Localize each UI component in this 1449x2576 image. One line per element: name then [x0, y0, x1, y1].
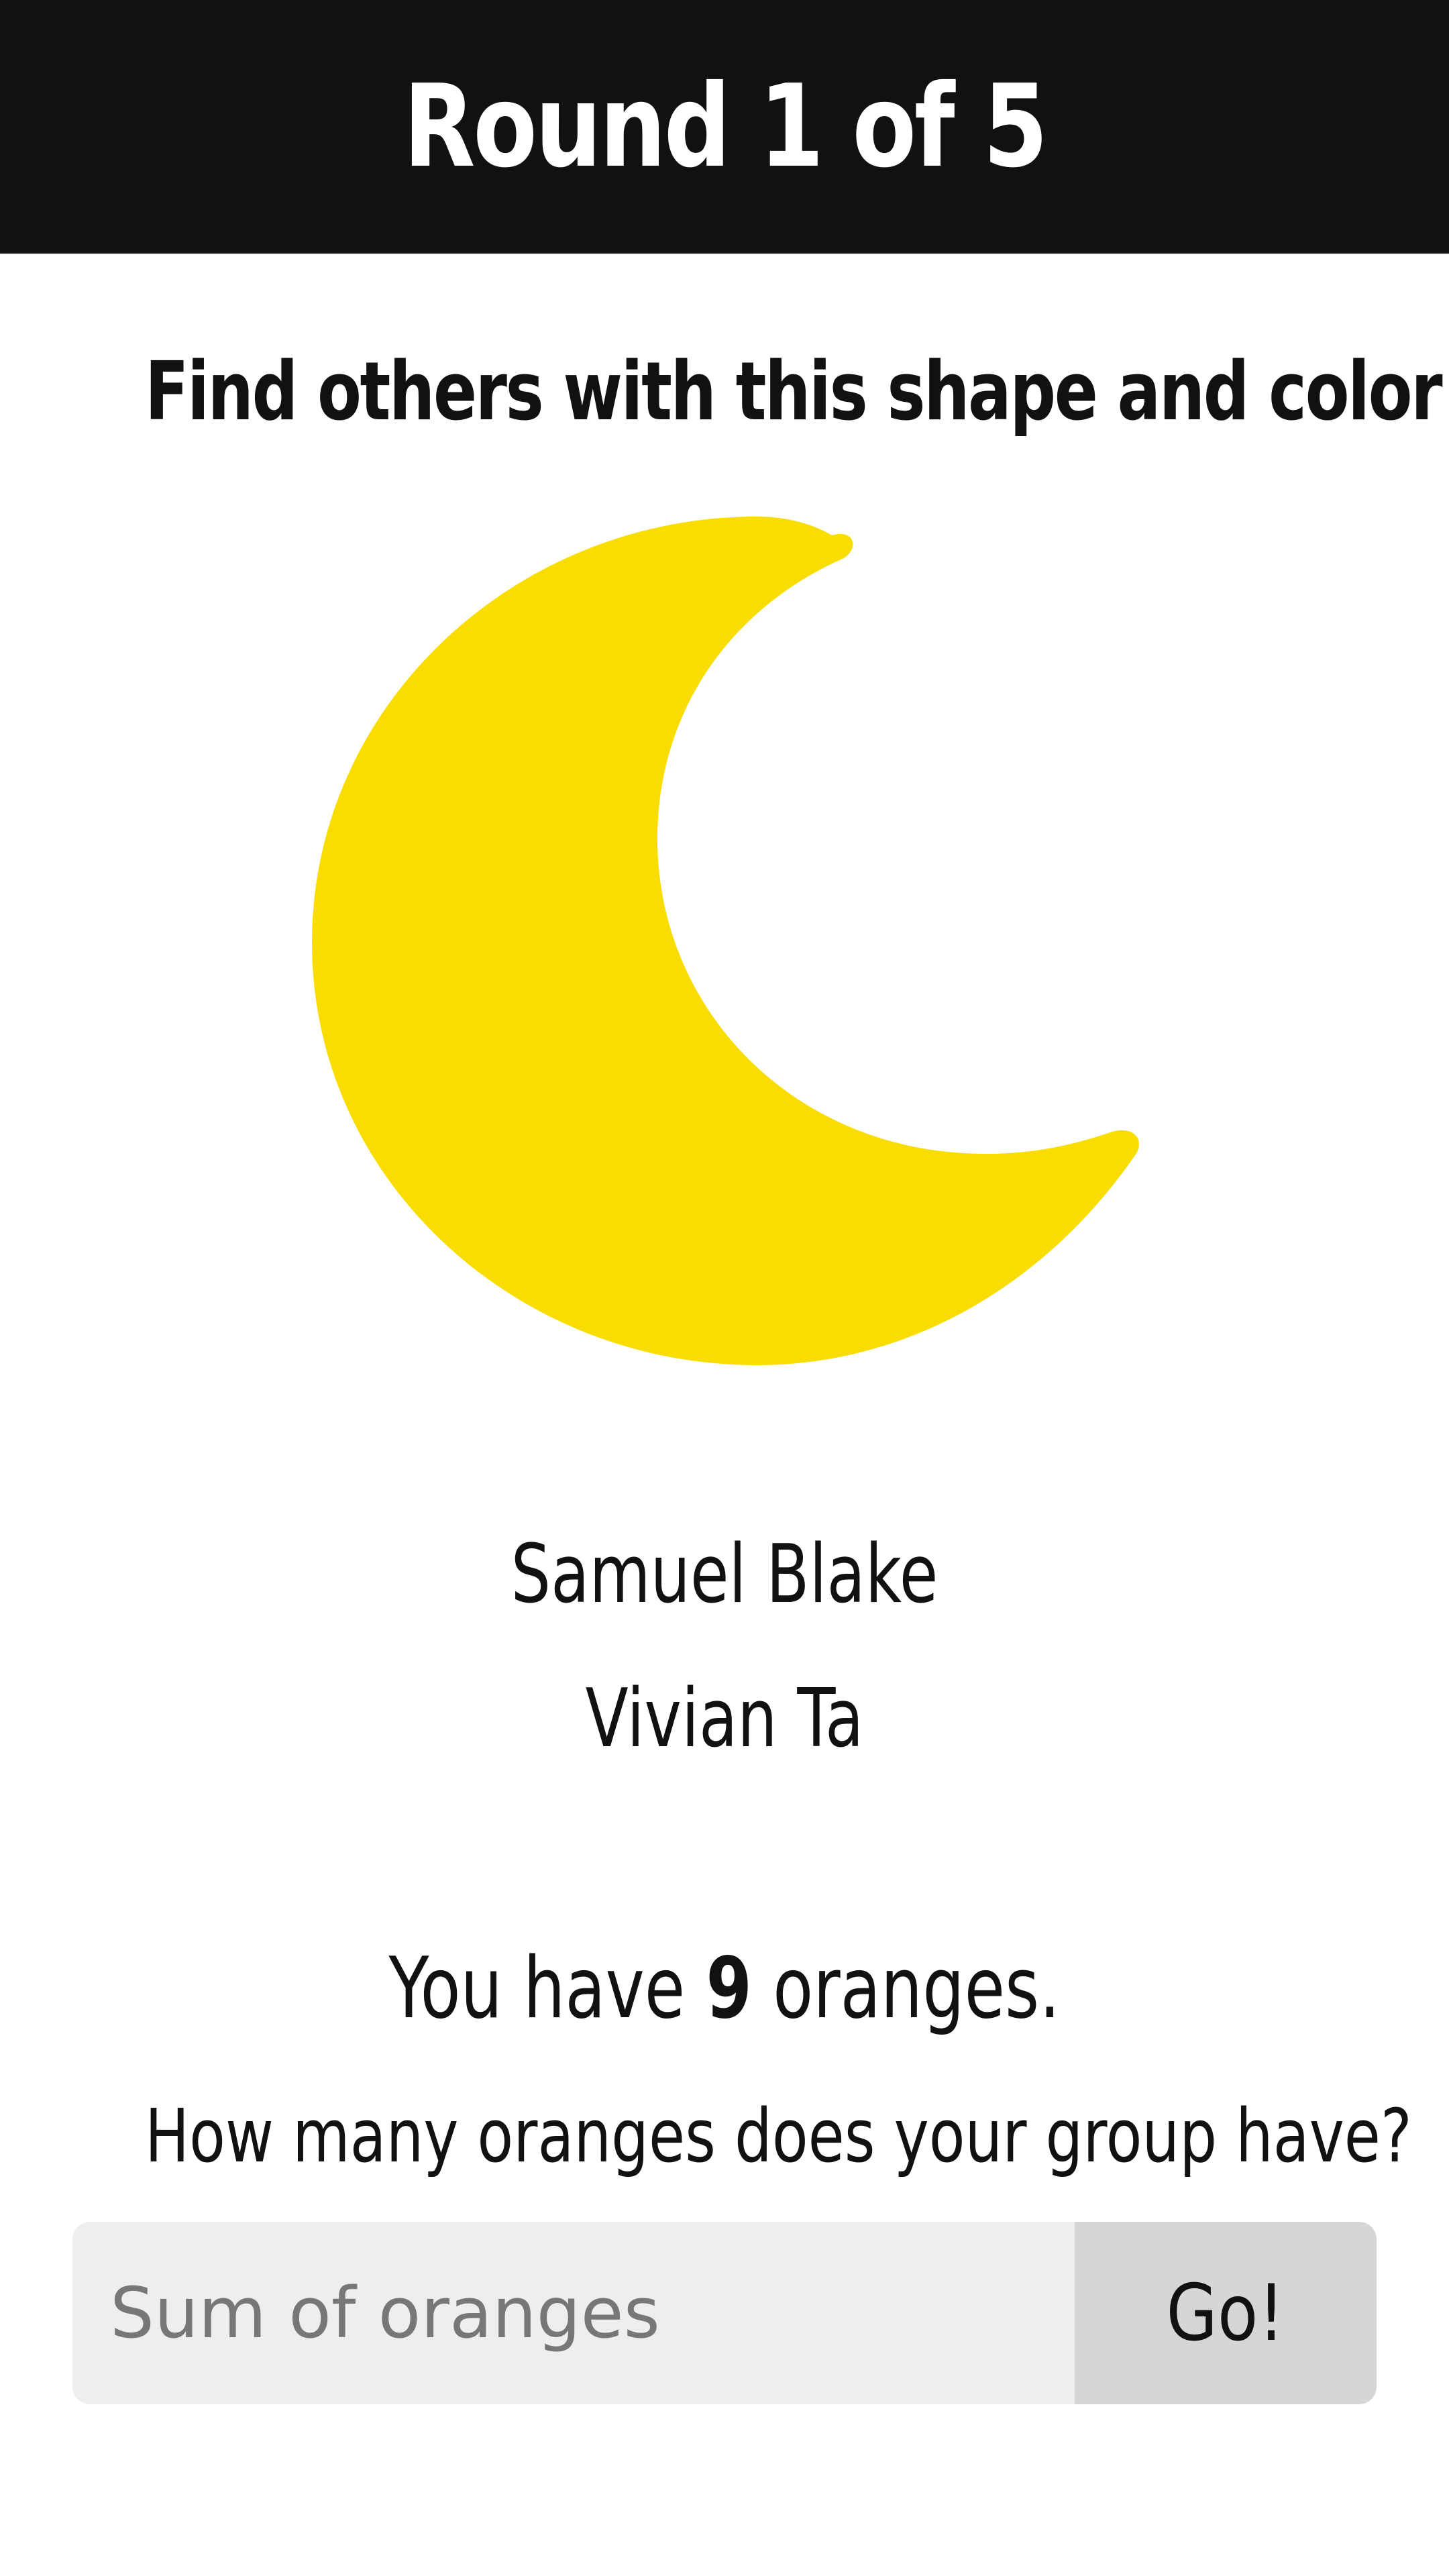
group-member-name: Vivian Ta [585, 1672, 864, 1766]
sum-of-oranges-input[interactable] [72, 2222, 1075, 2404]
orange-count-text: You have 9 oranges. [160, 1939, 1290, 2037]
crescent-moon-shape [312, 517, 1139, 1365]
group-member-list: Samuel Blake Vivian Ta [0, 1503, 1449, 1791]
orange-count-value: 9 [706, 1939, 752, 2037]
sum-form: Go! [72, 2222, 1377, 2404]
group-member-name: Samuel Blake [511, 1528, 938, 1621]
orange-count-suffix: oranges. [751, 1939, 1061, 2037]
group-total-question: How many oranges does your group have? [145, 2093, 1412, 2179]
go-button[interactable]: Go! [1075, 2222, 1377, 2404]
crescent-moon-icon [312, 517, 1139, 1365]
go-button-label: Go! [1166, 2267, 1285, 2359]
orange-count-prefix: You have [388, 1939, 706, 2037]
